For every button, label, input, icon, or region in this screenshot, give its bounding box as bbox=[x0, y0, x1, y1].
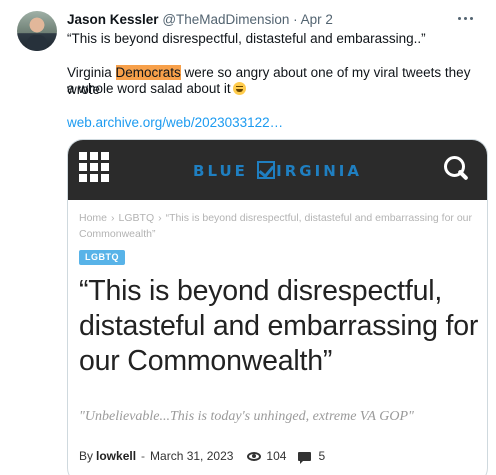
site-logo[interactable]: BLUE IRGINIA bbox=[68, 161, 487, 180]
more-options-icon[interactable] bbox=[452, 8, 478, 28]
comment-icon bbox=[298, 451, 312, 464]
article-date: March 31, 2023 bbox=[150, 449, 234, 463]
body-text-start: Virginia bbox=[67, 65, 116, 80]
tweet-header: Jason Kessler @TheMadDimension · Apr 2 bbox=[67, 11, 333, 28]
author-handle[interactable]: @TheMadDimension bbox=[162, 12, 289, 27]
by-label: By bbox=[79, 449, 94, 463]
article-subhead: "Unbelievable...This is today's unhinged… bbox=[79, 409, 414, 424]
site-header: BLUE IRGINIA bbox=[68, 140, 487, 200]
article-author[interactable]: lowkell bbox=[96, 448, 136, 464]
author-avatar[interactable] bbox=[17, 11, 57, 51]
meta-separator: - bbox=[141, 449, 146, 463]
article-meta: By lowkell - March 31, 2023 104 5 bbox=[79, 448, 325, 464]
breadcrumb-category[interactable]: LGBTQ bbox=[119, 212, 155, 224]
header-separator: · bbox=[293, 12, 298, 27]
breadcrumb: Home › LGBTQ › “This is beyond disrespectful… bbox=[79, 210, 479, 242]
view-count: 104 bbox=[266, 449, 287, 463]
breadcrumb-separator: › bbox=[158, 212, 162, 224]
link-preview-card[interactable]: BLUE IRGINIA Home › LGBTQ › “This is beyond … bbox=[67, 139, 488, 475]
comment-count: 5 bbox=[318, 449, 326, 463]
laughing-emoji-icon bbox=[232, 82, 246, 95]
highlighted-word: Democrats bbox=[115, 65, 181, 80]
tweet-quote-line: “This is beyond disrespectful, distastef… bbox=[67, 31, 426, 46]
tweet-date[interactable]: Apr 2 bbox=[301, 12, 333, 27]
body-text-line2: a whole word salad about it bbox=[67, 81, 231, 96]
search-icon[interactable] bbox=[443, 155, 471, 183]
tweet-link[interactable]: web.archive.org/web/2023033122… bbox=[67, 114, 283, 131]
breadcrumb-separator: › bbox=[111, 212, 115, 224]
eye-icon bbox=[247, 451, 262, 461]
tweet-body-line-2: a whole word salad about it bbox=[67, 80, 487, 97]
author-name[interactable]: Jason Kessler bbox=[67, 12, 159, 27]
category-tag[interactable]: LGBTQ bbox=[79, 250, 125, 265]
breadcrumb-home[interactable]: Home bbox=[79, 212, 107, 224]
article-headline: “This is beyond disrespectful, distastef… bbox=[79, 275, 479, 377]
checkmark-v-icon bbox=[257, 161, 276, 179]
logo-text-right: IRGINIA bbox=[276, 162, 362, 180]
logo-text-left: BLUE bbox=[193, 162, 248, 180]
